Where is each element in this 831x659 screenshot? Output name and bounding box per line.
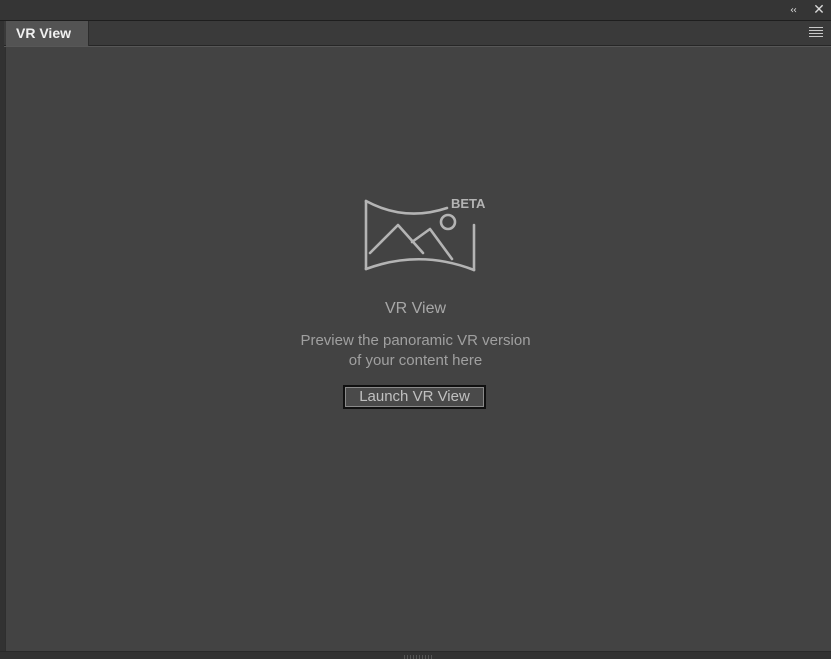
panorama-top-edge bbox=[364, 199, 449, 215]
tab-vr-view[interactable]: VR View bbox=[6, 21, 89, 46]
launch-vr-view-button[interactable]: Launch VR View bbox=[343, 385, 486, 409]
mountain-small bbox=[410, 227, 454, 261]
beta-badge: BETA bbox=[451, 196, 486, 211]
tab-bar: VR View bbox=[4, 21, 831, 46]
panorama-bottom-edge bbox=[364, 257, 476, 272]
close-icon[interactable]: ✕ bbox=[810, 2, 828, 19]
double-chevron-left-icon[interactable]: ‹‹ bbox=[784, 2, 802, 19]
sun-circle bbox=[439, 213, 457, 231]
panel-frame: ‹‹ ✕ VR View BETA VR View Preview the pa… bbox=[0, 0, 831, 659]
panorama-image-icon: BETA bbox=[364, 196, 486, 272]
empty-state-title: VR View bbox=[384, 300, 447, 317]
description-line-2: of your content here bbox=[348, 352, 483, 369]
hamburger-menu-icon[interactable] bbox=[809, 27, 823, 39]
description-line-1: Preview the panoramic VR version bbox=[300, 332, 531, 349]
resize-grip[interactable] bbox=[404, 655, 432, 659]
panel-bottom-edge bbox=[0, 651, 831, 659]
empty-state-description: Preview the panoramic VR version of your… bbox=[0, 331, 831, 371]
panel-title-strip: ‹‹ ✕ bbox=[0, 0, 831, 21]
